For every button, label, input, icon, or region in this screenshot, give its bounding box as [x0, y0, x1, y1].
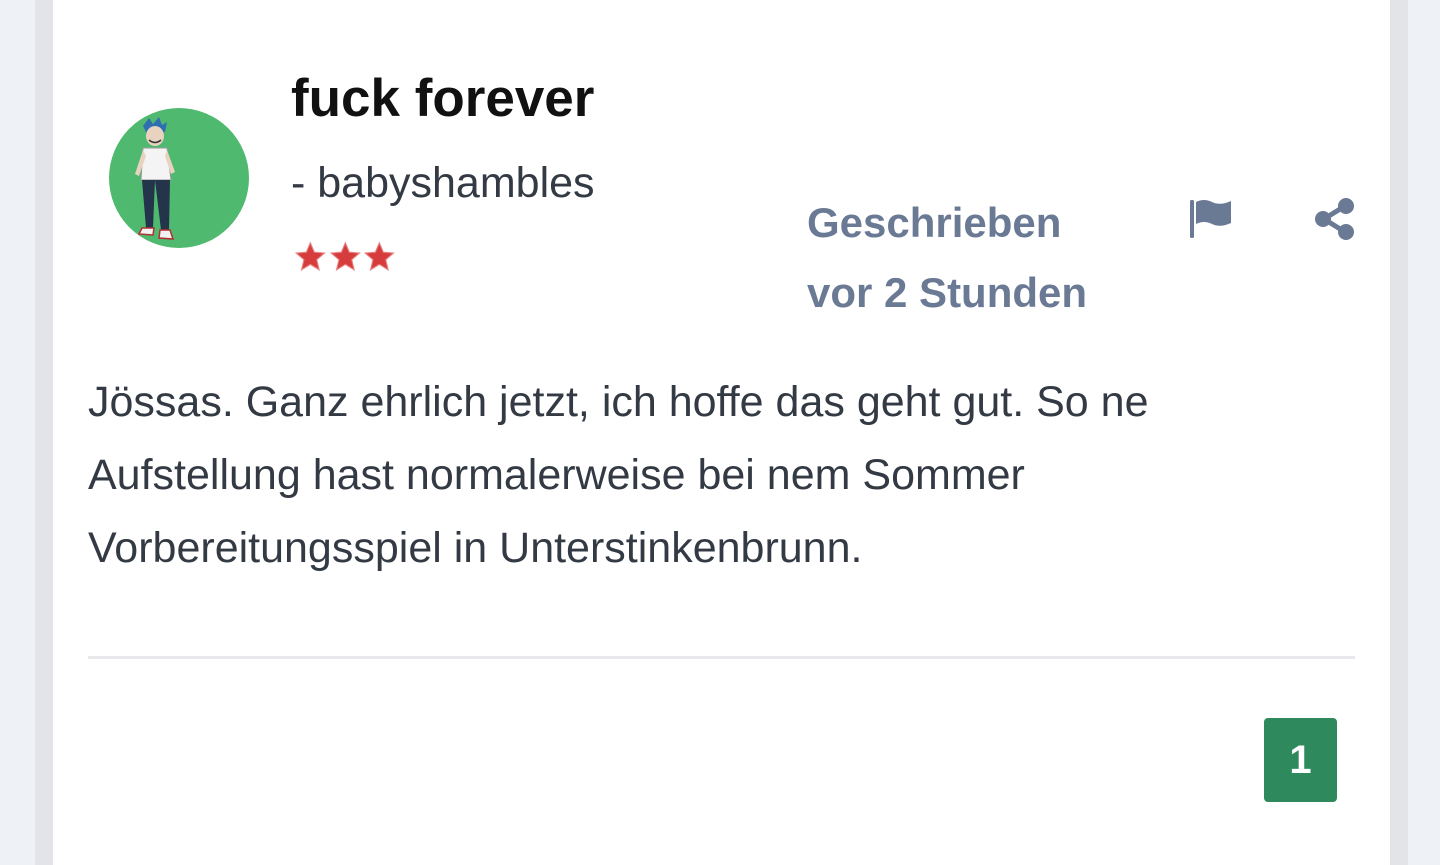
star-icon — [364, 241, 396, 271]
divider — [88, 656, 1355, 659]
right-rail — [1390, 0, 1408, 865]
star-icon — [294, 241, 326, 271]
left-rail — [35, 0, 53, 865]
share-button[interactable] — [1313, 196, 1357, 242]
rating-stars — [293, 240, 397, 274]
post-card: fuck forever - babyshambles Geschrieben … — [53, 0, 1390, 865]
star-icon — [329, 241, 361, 271]
avatar[interactable] — [109, 108, 249, 248]
timestamp-label: Geschrieben — [807, 199, 1062, 246]
page-number-button[interactable]: 1 — [1264, 718, 1337, 802]
share-icon — [1315, 198, 1354, 240]
post-body: Jössas. Ganz ehrlich jetzt, ich hoffe da… — [88, 378, 1149, 572]
timestamp-value: vor 2 Stunden — [807, 269, 1088, 316]
report-button[interactable] — [1187, 196, 1237, 242]
avatar-figure-icon — [135, 117, 175, 240]
post-timestamp: Geschrieben vor 2 Stunden — [807, 188, 1087, 328]
flag-icon — [1190, 200, 1231, 238]
post-author[interactable]: - babyshambles — [291, 156, 595, 210]
post-title: fuck forever — [291, 69, 595, 128]
